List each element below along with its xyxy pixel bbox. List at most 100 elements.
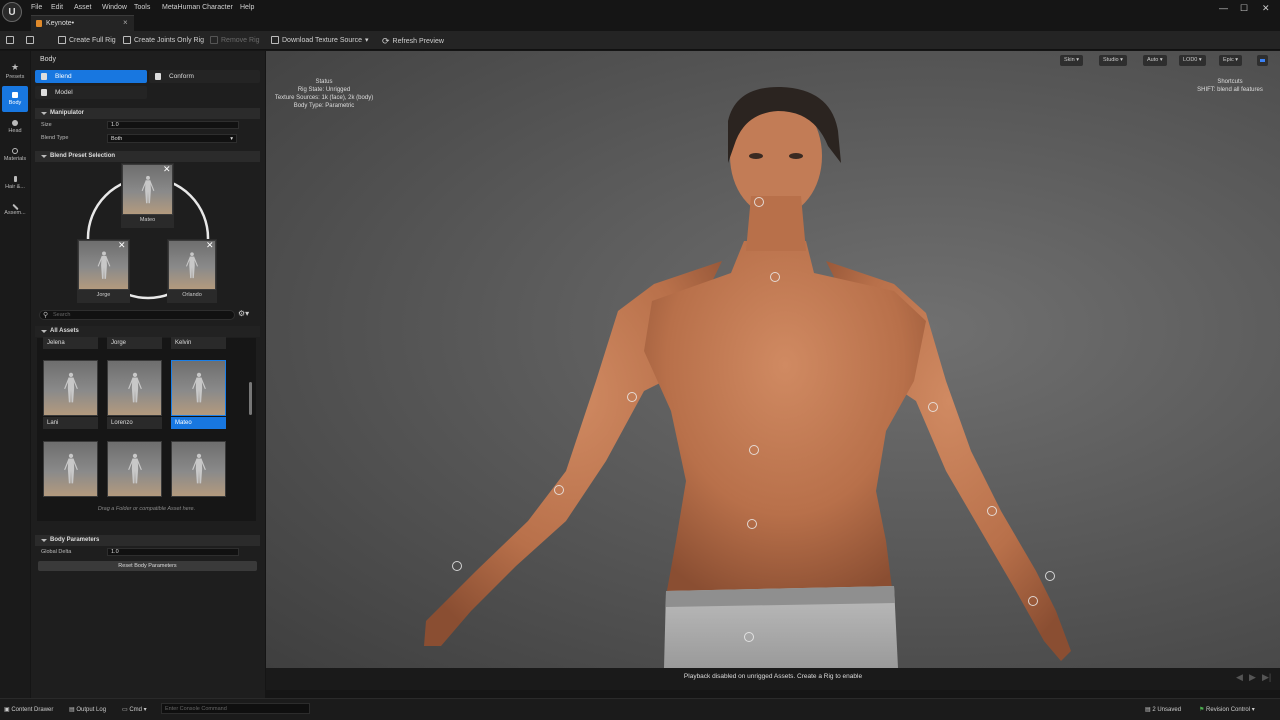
- asset-item-kelvin[interactable]: Kelvin: [171, 337, 226, 349]
- playback-bar: Playback disabled on unrigged Assets. Cr…: [266, 668, 1280, 690]
- conform-icon: [155, 73, 161, 80]
- menu-tools[interactable]: Tools: [134, 4, 162, 11]
- face-hotspot[interactable]: [754, 197, 764, 207]
- texture-sources: Texture Sources: 1k (face), 2k (body): [274, 95, 374, 101]
- menu-window[interactable]: Window: [102, 4, 134, 11]
- viewport[interactable]: Skin ▾ Studio ▾ Auto ▾ LOD0 ▾ Epic ▾ Sta…: [266, 51, 1280, 668]
- remove-rig-icon: [210, 36, 218, 44]
- hair-icon: [13, 176, 17, 182]
- tab-close-icon[interactable]: ×: [123, 18, 128, 27]
- left-arm-hotspot[interactable]: [627, 392, 637, 402]
- maximize-icon[interactable]: ☐: [1240, 3, 1248, 14]
- console-input[interactable]: Enter Console Command: [161, 703, 310, 714]
- star-icon: ★: [10, 61, 20, 72]
- manipulator-header[interactable]: Manipulator: [35, 108, 260, 119]
- download-texture-button[interactable]: Download Texture Source ▾: [271, 36, 369, 44]
- step-forward-icon[interactable]: ▶|: [1262, 672, 1271, 683]
- belly-hotspot[interactable]: [747, 519, 757, 529]
- remove-preset-icon[interactable]: ✕: [118, 241, 126, 250]
- asset-thumb-mateo[interactable]: [171, 360, 226, 416]
- neck-hotspot[interactable]: [770, 272, 780, 282]
- viewport-layout-icon[interactable]: [1257, 55, 1268, 66]
- menu-asset[interactable]: Asset: [74, 4, 102, 11]
- unsaved-button[interactable]: ▤ 2 Unsaved: [1145, 706, 1181, 713]
- content-drawer-button[interactable]: ▣ Content Drawer: [4, 706, 53, 713]
- rail-hair[interactable]: Hair &...: [0, 170, 30, 196]
- refresh-preview-button[interactable]: ⟳ Refresh Preview: [382, 36, 444, 47]
- conform-mode-button[interactable]: Conform: [149, 70, 260, 83]
- toolbar: Create Full Rig Create Joints Only Rig R…: [0, 31, 1280, 50]
- studio-dropdown[interactable]: Studio ▾: [1099, 55, 1127, 66]
- preset-card-label: Jorge: [96, 292, 111, 298]
- asset-thumb[interactable]: [171, 441, 226, 497]
- rail-body[interactable]: Body: [2, 86, 28, 112]
- main-menu: File Edit Asset Window Tools MetaHuman C…: [31, 4, 254, 11]
- character-render: [424, 86, 1071, 668]
- minimize-icon[interactable]: —: [1219, 3, 1228, 13]
- save-icon[interactable]: [6, 36, 14, 44]
- global-delta-label: Global Delta: [41, 549, 72, 555]
- remove-rig-button[interactable]: Remove Rig: [210, 36, 260, 44]
- rail-presets[interactable]: ★ Presets: [0, 58, 30, 84]
- remove-preset-icon[interactable]: ✕: [206, 241, 214, 250]
- skin-dropdown[interactable]: Skin ▾: [1060, 55, 1083, 66]
- browse-icon[interactable]: [26, 36, 34, 44]
- body-parameters-header[interactable]: Body Parameters: [35, 535, 260, 546]
- menu-file[interactable]: File: [31, 4, 51, 11]
- model-mode-button[interactable]: Model: [35, 86, 147, 99]
- right-arm-hotspot[interactable]: [928, 402, 938, 412]
- settings-gear-icon[interactable]: ⚙▾: [238, 309, 249, 318]
- size-field[interactable]: 1.0: [107, 121, 239, 129]
- rail-materials[interactable]: Materials: [0, 142, 30, 168]
- editor-tab[interactable]: Keynote• ×: [31, 15, 134, 31]
- close-window-icon[interactable]: ✕: [1262, 3, 1270, 14]
- reset-body-parameters-button[interactable]: Reset Body Parameters: [38, 561, 257, 571]
- play-icon[interactable]: ▶: [1249, 672, 1256, 683]
- drag-hint: Drag a Folder or compatible Asset here.: [97, 506, 196, 512]
- auto-dropdown[interactable]: Auto ▾: [1143, 55, 1167, 66]
- asset-thumb[interactable]: [107, 441, 162, 497]
- asset-item-jorge[interactable]: Jorge: [107, 337, 162, 349]
- shortcuts-title: Shortcuts: [1217, 79, 1243, 85]
- lod-dropdown[interactable]: LOD0 ▾: [1179, 55, 1206, 66]
- remove-preset-icon[interactable]: ✕: [163, 165, 171, 174]
- blend-preset-header[interactable]: Blend Preset Selection: [35, 151, 260, 162]
- preset-card-jorge[interactable]: ✕ Jorge: [77, 239, 130, 303]
- all-assets-header[interactable]: All Assets: [35, 326, 260, 337]
- asset-thumb-lorenzo[interactable]: [107, 360, 162, 416]
- play-back-icon[interactable]: ◀: [1236, 672, 1243, 683]
- global-delta-field[interactable]: 1.0: [107, 548, 239, 556]
- blend-type-label: Blend Type: [41, 135, 69, 141]
- output-log-button[interactable]: ▤ Output Log: [69, 706, 106, 713]
- menu-metahuman-character[interactable]: MetaHuman Character: [162, 4, 240, 11]
- revision-control-button[interactable]: ⚑ Revision Control ▾: [1199, 706, 1255, 713]
- create-joints-rig-button[interactable]: Create Joints Only Rig: [123, 36, 204, 44]
- epic-dropdown[interactable]: Epic ▾: [1219, 55, 1242, 66]
- rail-assembly[interactable]: Assem...: [0, 198, 30, 224]
- asset-scrollbar[interactable]: [249, 382, 252, 415]
- preset-card-orlando[interactable]: ✕ Orlando: [167, 239, 217, 303]
- search-icon: ⚲: [43, 312, 49, 319]
- right-wrist-hotspot[interactable]: [1045, 571, 1055, 581]
- asset-thumb[interactable]: [43, 441, 98, 497]
- left-hand-hotspot[interactable]: [452, 561, 462, 571]
- menu-edit[interactable]: Edit: [51, 4, 74, 11]
- right-forearm-hotspot[interactable]: [987, 506, 997, 516]
- create-full-rig-button[interactable]: Create Full Rig: [58, 36, 116, 44]
- blend-mode-button[interactable]: Blend: [35, 70, 147, 83]
- preset-card-mateo[interactable]: ✕ Mateo: [121, 163, 174, 228]
- menu-help[interactable]: Help: [240, 4, 254, 11]
- left-forearm-hotspot[interactable]: [554, 485, 564, 495]
- asset-item-jelena[interactable]: Jelena: [43, 337, 98, 349]
- cmd-dropdown[interactable]: ▭ Cmd ▾: [122, 706, 147, 713]
- asset-thumb-lani[interactable]: [43, 360, 98, 416]
- hips-hotspot[interactable]: [744, 632, 754, 642]
- unreal-logo[interactable]: U: [2, 2, 22, 22]
- download-icon: [271, 36, 279, 44]
- chest-hotspot[interactable]: [749, 445, 759, 455]
- blend-type-select[interactable]: Both ▾: [107, 134, 237, 143]
- right-hand-hotspot[interactable]: [1028, 596, 1038, 606]
- asset-search-input[interactable]: ⚲ Search: [39, 310, 235, 320]
- asset-label-lorenzo: Lorenzo: [107, 417, 162, 429]
- rail-head[interactable]: Head: [0, 114, 30, 140]
